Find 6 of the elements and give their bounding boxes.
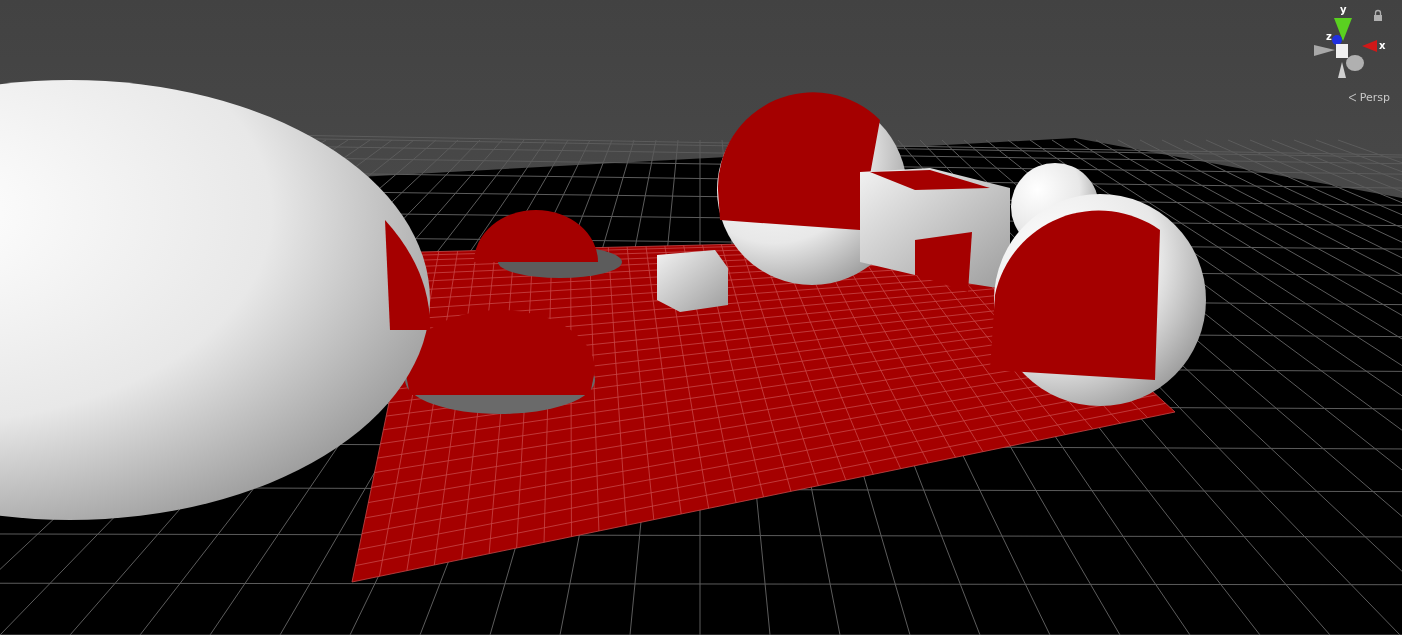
axis-label: y — [1340, 4, 1347, 15]
axis-label: x — [1379, 40, 1386, 51]
axis-label: z — [1326, 31, 1332, 42]
lock-icon[interactable] — [1374, 9, 1382, 21]
chevron-icon[interactable] — [1347, 93, 1357, 102]
projection-label[interactable]: Persp — [1359, 91, 1390, 104]
